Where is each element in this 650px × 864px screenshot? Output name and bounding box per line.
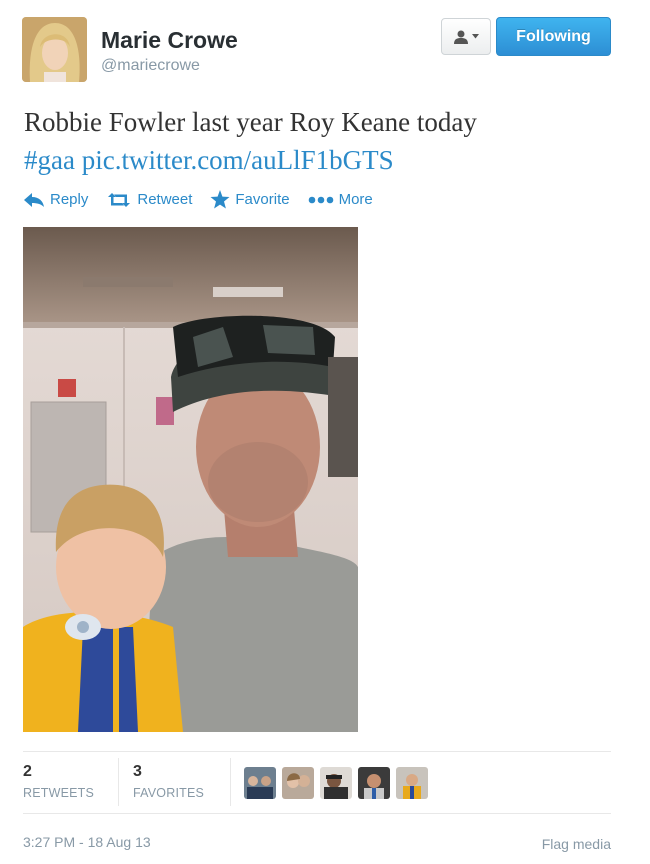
user-name[interactable]: Marie Crowe xyxy=(101,27,238,54)
user-actions-button[interactable] xyxy=(441,18,491,55)
retweets-stat[interactable]: 2 RETWEETS xyxy=(23,763,94,800)
media-link[interactable]: pic.twitter.com/auLlF1bGTS xyxy=(82,145,394,175)
favorites-count: 3 xyxy=(133,763,142,780)
retweets-label: RETWEETS xyxy=(23,786,95,800)
more-button[interactable]: More xyxy=(308,191,373,208)
retweet-label: Retweet xyxy=(137,191,193,208)
favoriter-avatar[interactable] xyxy=(282,767,314,799)
star-icon xyxy=(210,190,230,209)
stats-bottom-divider xyxy=(23,813,611,814)
reply-button[interactable]: Reply xyxy=(23,191,88,208)
following-button[interactable]: Following xyxy=(496,17,611,56)
reply-icon xyxy=(24,192,44,207)
user-handle[interactable]: @mariecrowe xyxy=(101,57,200,75)
user-icon xyxy=(454,30,468,44)
retweets-count: 2 xyxy=(23,763,32,780)
flag-media-link[interactable]: Flag media xyxy=(542,836,611,852)
favoriter-avatars xyxy=(244,767,428,799)
more-label: More xyxy=(338,191,373,208)
stats-separator xyxy=(230,758,231,806)
hashtag-link[interactable]: #gaa xyxy=(24,145,75,175)
tweet-actions: Reply Retweet Favorite More xyxy=(23,190,391,209)
tweet-text: Robbie Fowler last year Roy Keane today … xyxy=(24,103,624,179)
profile-avatar[interactable] xyxy=(22,17,87,82)
favoriter-avatar[interactable] xyxy=(396,767,428,799)
reply-label: Reply xyxy=(50,191,89,208)
favorite-label: Favorite xyxy=(235,191,290,208)
stats-separator xyxy=(118,758,119,806)
favoriter-avatar[interactable] xyxy=(320,767,352,799)
favorites-stat[interactable]: 3 FAVORITES xyxy=(133,763,204,800)
stats-top-divider xyxy=(23,751,611,752)
retweet-button[interactable]: Retweet xyxy=(106,191,192,208)
favorites-label: FAVORITES xyxy=(133,786,205,800)
caret-down-icon xyxy=(472,34,479,39)
favorite-button[interactable]: Favorite xyxy=(210,190,290,209)
favoriter-avatar[interactable] xyxy=(244,767,276,799)
tweet-body: Robbie Fowler last year Roy Keane today xyxy=(24,107,477,137)
more-icon xyxy=(308,196,333,203)
tweet-photo[interactable] xyxy=(23,227,358,732)
retweet-icon xyxy=(108,192,131,207)
tweet-timestamp[interactable]: 3:27 PM - 18 Aug 13 xyxy=(23,834,151,850)
favoriter-avatar[interactable] xyxy=(358,767,390,799)
